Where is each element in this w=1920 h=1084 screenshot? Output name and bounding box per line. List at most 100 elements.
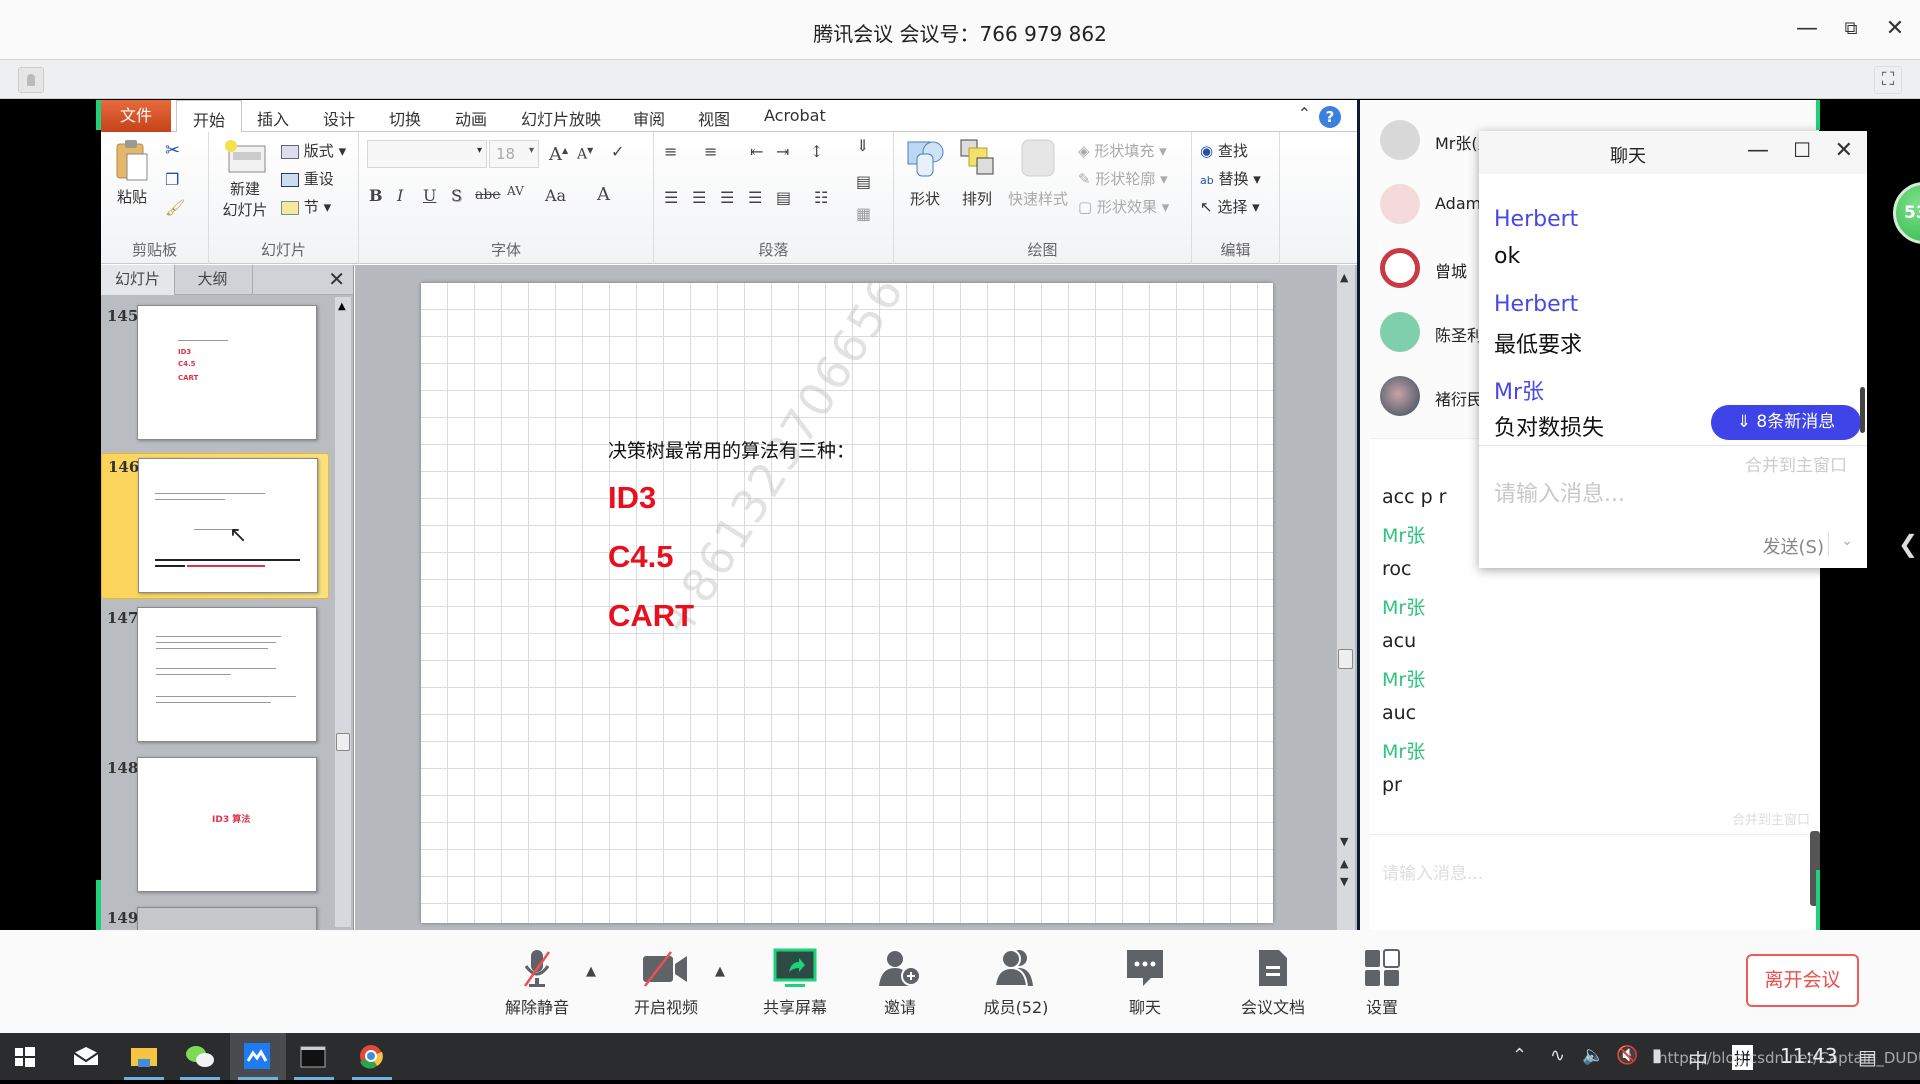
tab-outline[interactable]: 大纲 [173, 265, 253, 295]
new-messages-button[interactable]: ⇓ 8条新消息 [1711, 405, 1861, 440]
paste-button[interactable]: 粘贴 [109, 138, 155, 207]
minimize-chat-button[interactable]: — [1747, 138, 1769, 163]
security-lock-icon[interactable] [18, 67, 44, 93]
find-button[interactable]: ◉ 查找 [1200, 140, 1248, 161]
previous-slide-icon[interactable]: ▲ [1340, 857, 1348, 870]
tab-transitions[interactable]: 切换 [389, 106, 421, 130]
bullets-icon[interactable]: ≡ [664, 142, 677, 161]
fullscreen-button[interactable]: ⛶ [1874, 66, 1902, 94]
share-screen-button[interactable]: 共享屏幕 [750, 948, 840, 1018]
tab-design[interactable]: 设计 [323, 106, 355, 130]
start-video-button[interactable]: 开启视频 [621, 948, 711, 1018]
expand-sidebar-icon[interactable]: ❮ [1898, 530, 1918, 558]
panel-scrollbar[interactable]: ▲ [335, 297, 351, 927]
close-button[interactable]: ✕ [1880, 14, 1910, 44]
layout-button[interactable]: 版式 ▾ [281, 140, 346, 161]
cut-icon[interactable]: ✂ [165, 140, 180, 161]
slide-intro-text[interactable]: 决策树最常用的算法有三种： [608, 436, 855, 463]
minimize-button[interactable]: — [1792, 14, 1822, 44]
clear-formatting-icon[interactable]: ✓ [611, 142, 624, 161]
line-spacing-icon[interactable]: ↕ [810, 142, 823, 161]
shrink-font-button[interactable]: A▼ [577, 146, 593, 163]
shape-outline-button[interactable]: ✎ 形状轮廓 ▾ [1078, 168, 1168, 189]
taskbar-mail[interactable] [58, 1033, 114, 1080]
tab-slideshow[interactable]: 幻灯片放映 [521, 106, 601, 130]
thumbnail-row[interactable]: 147 [101, 605, 329, 743]
chat-button[interactable]: 聊天 [1100, 948, 1190, 1018]
start-button[interactable] [0, 1033, 56, 1080]
select-button[interactable]: ↖ 选择 ▾ [1200, 196, 1260, 217]
align-left-icon[interactable]: ☰ [664, 188, 678, 207]
scroll-down-icon[interactable]: ▼ [1340, 835, 1348, 848]
bold-button[interactable]: B [369, 186, 383, 205]
tab-insert[interactable]: 插入 [257, 106, 289, 130]
new-slide-button[interactable]: 新建 幻灯片 [215, 138, 275, 220]
tab-acrobat[interactable]: Acrobat [764, 106, 826, 125]
settings-button[interactable]: 设置 [1337, 948, 1427, 1018]
thumbnail-row[interactable]: 148 ID3 算法 [101, 755, 329, 893]
merge-to-main-link[interactable]: 合并到主窗口 [1732, 809, 1810, 828]
thumbnail-row-selected[interactable]: 146 ↖ [101, 453, 329, 599]
arrange-button[interactable]: 排列 [952, 138, 1002, 209]
tab-view[interactable]: 视图 [698, 106, 730, 130]
quick-styles-button[interactable]: 快速样式 [1006, 138, 1070, 209]
reset-button[interactable]: 重设 [281, 168, 334, 189]
chat-input[interactable] [1494, 479, 1844, 509]
send-button[interactable]: 发送(S) [1763, 533, 1824, 559]
main-chat-input[interactable]: 请输入消息... [1382, 859, 1483, 884]
text-direction-icon[interactable]: ⇓ [856, 136, 869, 155]
numbering-icon[interactable]: ≡ [704, 142, 717, 161]
align-text-icon[interactable]: ▤ [856, 172, 871, 191]
shape-effects-button[interactable]: ▢ 形状效果 ▾ [1078, 196, 1169, 217]
align-center-icon[interactable]: ☰ [692, 188, 706, 207]
help-icon[interactable]: ? [1319, 106, 1341, 128]
taskbar-file-explorer[interactable] [116, 1033, 172, 1080]
slide-thumbnail[interactable]: ID3 算法 [137, 757, 317, 892]
taskbar-chrome[interactable] [344, 1033, 400, 1080]
algorithm-cart[interactable]: CART [608, 598, 694, 634]
strikethrough-button[interactable]: abe [475, 187, 501, 203]
scroll-up-icon[interactable]: ▲ [338, 301, 346, 312]
tab-review[interactable]: 审阅 [633, 106, 665, 130]
chat-scrollbar[interactable] [1860, 387, 1865, 433]
format-painter-icon[interactable]: 🖌 [165, 198, 185, 217]
current-slide[interactable]: +8613237066568 汪慧文 决策树最常用的算法有三种： ID3 C4.… [421, 283, 1273, 923]
video-options-caret-icon[interactable]: ▲ [715, 964, 725, 979]
font-name-select[interactable]: ▾ [367, 140, 487, 168]
volume-icon[interactable]: 🔈 [1582, 1045, 1604, 1066]
restore-button[interactable]: ⧉ [1836, 14, 1866, 44]
collapse-ribbon-icon[interactable]: ⌃ [1298, 104, 1311, 123]
chat-popup-header[interactable]: 聊天 — ☐ ✕ [1479, 131, 1867, 174]
audio-options-caret-icon[interactable]: ▲ [586, 964, 596, 979]
slide-thumbnail[interactable]: ↖ [138, 458, 318, 593]
scroll-thumb[interactable] [1338, 649, 1353, 669]
copy-icon[interactable]: ❐ [165, 170, 179, 189]
slide-thumbnail[interactable] [137, 607, 317, 742]
underline-button[interactable]: U [423, 186, 436, 205]
font-color-button[interactable]: A [597, 184, 610, 205]
section-button[interactable]: 节 ▾ [281, 196, 331, 217]
show-hidden-icons[interactable]: ⌃ [1512, 1045, 1527, 1066]
smartart-icon[interactable]: ▦ [856, 204, 871, 223]
scroll-thumb[interactable] [336, 733, 350, 751]
change-case-button[interactable]: Aa [545, 186, 566, 205]
merge-to-main-link[interactable]: 合并到主窗口 [1745, 451, 1847, 476]
tab-file[interactable]: 文件 [101, 100, 171, 132]
font-size-select[interactable]: 18 ▾ [489, 140, 539, 168]
meeting-docs-button[interactable]: 会议文档 [1228, 948, 1318, 1018]
close-panel-icon[interactable]: ✕ [328, 267, 345, 291]
thumbnail-row[interactable]: 145 ID3 C4.5 CART [101, 303, 329, 441]
shadow-button[interactable]: S [451, 186, 462, 205]
maximize-chat-button[interactable]: ☐ [1793, 138, 1811, 162]
tab-animations[interactable]: 动画 [455, 106, 487, 130]
distribute-icon[interactable]: ▤ [776, 188, 791, 207]
speaker-muted-icon[interactable]: 🔇 [1616, 1045, 1638, 1066]
taskbar-tencent-meeting[interactable] [230, 1033, 286, 1080]
slide-thumbnail[interactable]: ID3 C4.5 CART [137, 305, 317, 440]
algorithm-c45[interactable]: C4.5 [608, 539, 673, 575]
replace-button[interactable]: ab 替换 ▾ [1200, 168, 1261, 189]
members-button[interactable]: 成员(52) [971, 948, 1061, 1018]
close-chat-button[interactable]: ✕ [1835, 138, 1853, 163]
taskbar-terminal[interactable] [286, 1033, 342, 1080]
editor-scrollbar[interactable]: ▲ ▼ ▲ ▼ [1337, 265, 1355, 930]
